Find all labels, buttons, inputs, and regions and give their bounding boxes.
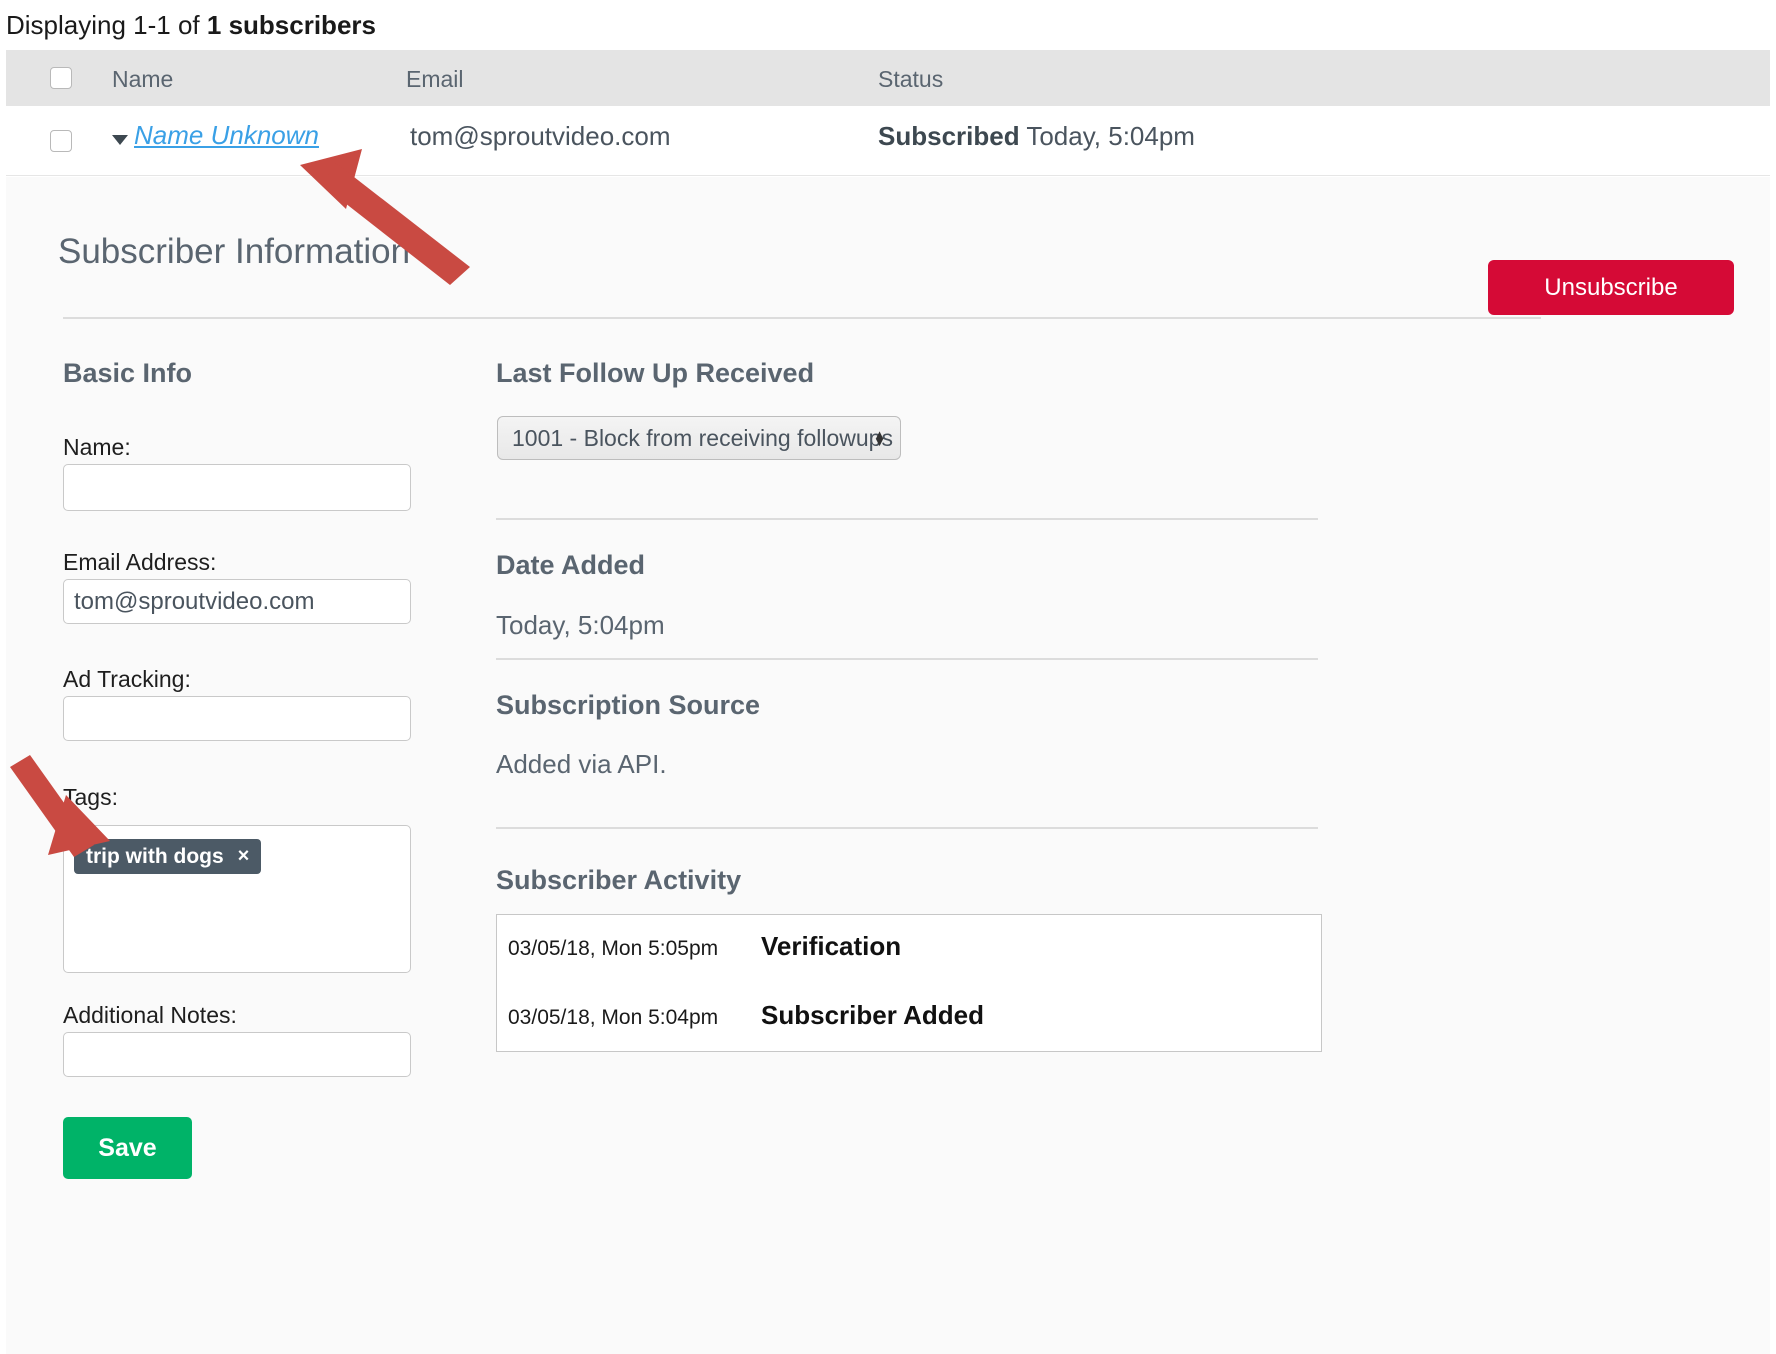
unsubscribe-button[interactable]: Unsubscribe [1488, 260, 1734, 315]
close-icon[interactable]: × [238, 845, 250, 868]
divider-after-source [496, 827, 1318, 829]
page-title: Subscriber Information [58, 232, 411, 271]
activity-date: 03/05/18, Mon 5:05pm [508, 937, 719, 960]
row-select-checkbox[interactable] [50, 130, 72, 152]
row-status-time: Today, 5:04pm [1019, 121, 1195, 151]
divider-after-followup [496, 518, 1318, 520]
last-follow-up-heading: Last Follow Up Received [496, 358, 815, 388]
subscriber-detail-page: Displaying 1-1 of 1 subscribers Name Ema… [0, 0, 1776, 1354]
column-header-name[interactable]: Name [112, 66, 173, 93]
tags-input-area[interactable]: trip with dogs × [63, 825, 411, 973]
tag-chip[interactable]: trip with dogs × [74, 839, 262, 874]
date-added-value: Today, 5:04pm [496, 610, 665, 640]
subscriber-name-link[interactable]: Name Unknown [134, 120, 319, 151]
divider-after-date-added [496, 658, 1318, 660]
save-button[interactable]: Save [63, 1117, 192, 1179]
column-header-email[interactable]: Email [406, 66, 464, 93]
last-follow-up-select[interactable]: 1001 - Block from receiving followups ▲ ▼ [497, 416, 901, 460]
subscriber-activity-table: 03/05/18, Mon 5:05pm Verification 03/05/… [496, 914, 1322, 1052]
email-label: Email Address: [63, 549, 217, 575]
list-count-prefix: Displaying 1-1 of [6, 10, 207, 40]
date-added-heading: Date Added [496, 550, 646, 580]
panel-divider [63, 317, 1541, 319]
ad-tracking-input[interactable] [63, 696, 411, 741]
table-row[interactable]: Name Unknown tom@sproutvideo.com Subscri… [6, 106, 1770, 176]
column-header-status[interactable]: Status [878, 66, 943, 93]
name-label: Name: [63, 434, 131, 460]
row-status: Subscribed Today, 5:04pm [878, 121, 1195, 152]
activity-event: Verification [761, 931, 902, 961]
activity-event: Subscriber Added [761, 1000, 984, 1030]
list-count-strong: 1 subscribers [206, 10, 376, 40]
subscription-source-heading: Subscription Source [496, 690, 761, 720]
additional-notes-input[interactable] [63, 1032, 411, 1077]
list-count-caption: Displaying 1-1 of 1 subscribers [6, 10, 376, 41]
activity-row: 03/05/18, Mon 5:04pm Subscriber Added [497, 984, 1321, 1053]
row-email: tom@sproutvideo.com [410, 121, 671, 151]
subscriber-activity-heading: Subscriber Activity [496, 865, 742, 895]
caret-down-icon[interactable] [112, 135, 128, 145]
email-input[interactable] [63, 579, 411, 624]
chevron-updown-icon: ▲ ▼ [873, 427, 886, 449]
subscription-source-value: Added via API. [496, 749, 667, 779]
last-follow-up-selected-value: 1001 - Block from receiving followups [512, 424, 893, 451]
ad-tracking-label: Ad Tracking: [63, 666, 191, 692]
subscribers-table-header: Name Email Status [6, 50, 1770, 106]
subscriber-information-panel [6, 177, 1770, 1354]
activity-row: 03/05/18, Mon 5:05pm Verification [497, 915, 1321, 984]
select-all-checkbox[interactable] [50, 67, 72, 89]
basic-info-heading: Basic Info [63, 358, 193, 388]
tag-chip-label: trip with dogs [86, 844, 224, 868]
name-input[interactable] [63, 464, 411, 511]
activity-date: 03/05/18, Mon 5:04pm [508, 1006, 719, 1029]
additional-notes-label: Additional Notes: [63, 1002, 237, 1028]
row-status-state: Subscribed [878, 121, 1020, 151]
tags-label: Tags: [63, 784, 118, 810]
